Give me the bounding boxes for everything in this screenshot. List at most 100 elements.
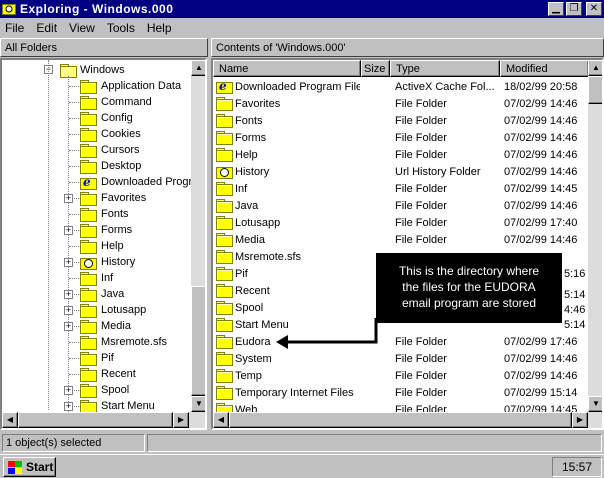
tree-scroll-right-button[interactable]: ▶	[173, 412, 189, 428]
folder-icon	[216, 216, 233, 230]
tree-item-label: Msremote.sfs	[101, 336, 168, 348]
file-row[interactable]: Temp File Folder 07/02/99 14:46	[213, 367, 589, 384]
tree-item-windows[interactable]: Windows	[60, 62, 125, 78]
windows-logo-icon	[7, 460, 23, 474]
tree-item[interactable]: Inf	[80, 270, 113, 286]
file-size-cell	[361, 113, 389, 128]
file-row[interactable]: Java File Folder 07/02/99 14:46	[213, 197, 589, 214]
folder-icon	[216, 386, 233, 400]
tree-scroll-up-button[interactable]: ▲	[191, 60, 205, 76]
explorer-app-icon[interactable]	[2, 2, 16, 16]
tree-item[interactable]: Command	[80, 94, 152, 110]
expand-icon[interactable]: +	[64, 194, 73, 203]
file-name: Temp	[235, 369, 262, 382]
list-scroll-right-button[interactable]: ▶	[572, 412, 588, 428]
expand-icon[interactable]: +	[64, 290, 73, 299]
column-header-type[interactable]: Type	[390, 60, 500, 77]
tree-item[interactable]: Recent	[80, 366, 136, 382]
expand-icon[interactable]: +	[64, 226, 73, 235]
menu-help[interactable]: Help	[141, 21, 178, 35]
tree-item[interactable]: Downloaded Program Files	[80, 174, 205, 190]
maximize-button[interactable]: ❐	[566, 2, 582, 16]
file-row[interactable]: Eudora File Folder 07/02/99 17:46	[213, 333, 589, 350]
expand-icon[interactable]: +	[64, 322, 73, 331]
file-name-cell: Downloaded Program Files	[216, 79, 360, 94]
all-folders-label: All Folders	[5, 41, 57, 54]
list-vscroll-track[interactable]	[588, 60, 602, 412]
folder-icon	[80, 143, 97, 158]
file-modified-cell: 07/02/99 17:40	[504, 216, 578, 229]
tree-item-label: Command	[101, 96, 152, 108]
tree-vscroll-thumb[interactable]	[191, 286, 205, 396]
folder-icon	[216, 318, 233, 332]
file-row[interactable]: Help File Folder 07/02/99 14:46	[213, 146, 589, 163]
tree-item[interactable]: Java	[80, 286, 124, 302]
list-scroll-up-button[interactable]: ▲	[588, 60, 602, 76]
list-hscroll-thumb[interactable]	[229, 412, 572, 428]
title-bar[interactable]: Exploring - Windows.000 ▁ ❐ ✕	[0, 0, 604, 18]
folder-tree[interactable]: − Windows Application Data Command Config Coo…	[0, 58, 207, 430]
column-name-label: Name	[219, 62, 249, 75]
tree-item[interactable]: Cookies	[80, 126, 141, 142]
history-folder-icon	[216, 165, 233, 179]
file-row[interactable]: Temporary Internet Files File Folder 07/02…	[213, 384, 589, 401]
file-row[interactable]: Fonts File Folder 07/02/99 14:46	[213, 112, 589, 129]
file-row[interactable]: Forms File Folder 07/02/99 14:46	[213, 129, 589, 146]
file-list[interactable]: Name Size Type Modified Downloaded Progr…	[211, 58, 604, 430]
tree-item[interactable]: Forms	[80, 222, 132, 238]
file-row[interactable]: Downloaded Program Files ActiveX Cache Fo…	[213, 78, 589, 95]
file-size-cell	[361, 79, 389, 94]
history-folder-icon	[80, 256, 97, 270]
menu-file[interactable]: File	[0, 21, 30, 35]
column-header-size[interactable]: Size	[361, 60, 390, 77]
file-row[interactable]: Favorites File Folder 07/02/99 14:46	[213, 95, 589, 112]
list-scroll-down-button[interactable]: ▼	[588, 396, 602, 412]
folder-icon	[80, 399, 97, 414]
tree-item[interactable]: Help	[80, 238, 124, 254]
file-row[interactable]: History Url History Folder 07/02/99 14:46	[213, 163, 589, 180]
tree-item[interactable]: Msremote.sfs	[80, 334, 167, 350]
tree-item[interactable]: Fonts	[80, 206, 129, 222]
tree-item[interactable]: Desktop	[80, 158, 141, 174]
column-header-modified[interactable]: Modified	[500, 60, 589, 77]
folder-icon	[80, 335, 97, 350]
tree-item[interactable]: Config	[80, 110, 133, 126]
menu-tools[interactable]: Tools	[101, 21, 141, 35]
tree-scroll-left-button[interactable]: ◀	[2, 412, 18, 428]
tree-item[interactable]: Cursors	[80, 142, 140, 158]
tree-item[interactable]: Lotusapp	[80, 302, 146, 318]
tree-item[interactable]: Application Data	[80, 78, 181, 94]
file-row[interactable]: Inf File Folder 07/02/99 14:45	[213, 180, 589, 197]
folder-icon	[80, 271, 97, 286]
column-header-name[interactable]: Name	[213, 60, 361, 77]
menu-bar: File Edit View Tools Help	[0, 19, 604, 37]
tree-item[interactable]: Pif	[80, 350, 114, 366]
expand-icon[interactable]: +	[64, 402, 73, 411]
arrow-up-icon: ▲	[195, 63, 203, 72]
file-row[interactable]: System File Folder 07/02/99 14:46	[213, 350, 589, 367]
tree-item-label: Java	[101, 288, 125, 300]
tree-item[interactable]: Media	[80, 318, 131, 334]
minimize-button[interactable]: ▁	[548, 2, 564, 16]
tree-connector-line	[69, 358, 79, 359]
folder-icon	[216, 250, 233, 264]
file-row[interactable]: Media File Folder 07/02/99 14:46	[213, 231, 589, 248]
list-vscroll-thumb[interactable]	[588, 76, 602, 104]
start-button[interactable]: Start	[3, 457, 56, 477]
tree-item[interactable]: Favorites	[80, 190, 146, 206]
tree-connector-line	[69, 342, 79, 343]
list-scroll-left-button[interactable]: ◀	[213, 412, 229, 428]
menu-edit[interactable]: Edit	[30, 21, 63, 35]
close-button[interactable]: ✕	[586, 2, 602, 16]
expand-icon[interactable]: +	[64, 386, 73, 395]
menu-view[interactable]: View	[63, 21, 101, 35]
tree-scroll-down-button[interactable]: ▼	[191, 396, 205, 412]
tree-hscroll-thumb[interactable]	[18, 412, 173, 428]
taskbar: Start 15:57	[0, 454, 604, 478]
tree-item[interactable]: Spool	[80, 382, 129, 398]
tree-item[interactable]: History	[80, 254, 135, 270]
file-row[interactable]: Lotusapp File Folder 07/02/99 17:40	[213, 214, 589, 231]
expand-icon[interactable]: +	[64, 306, 73, 315]
expand-icon[interactable]: +	[64, 258, 73, 267]
file-size-cell	[361, 164, 389, 179]
